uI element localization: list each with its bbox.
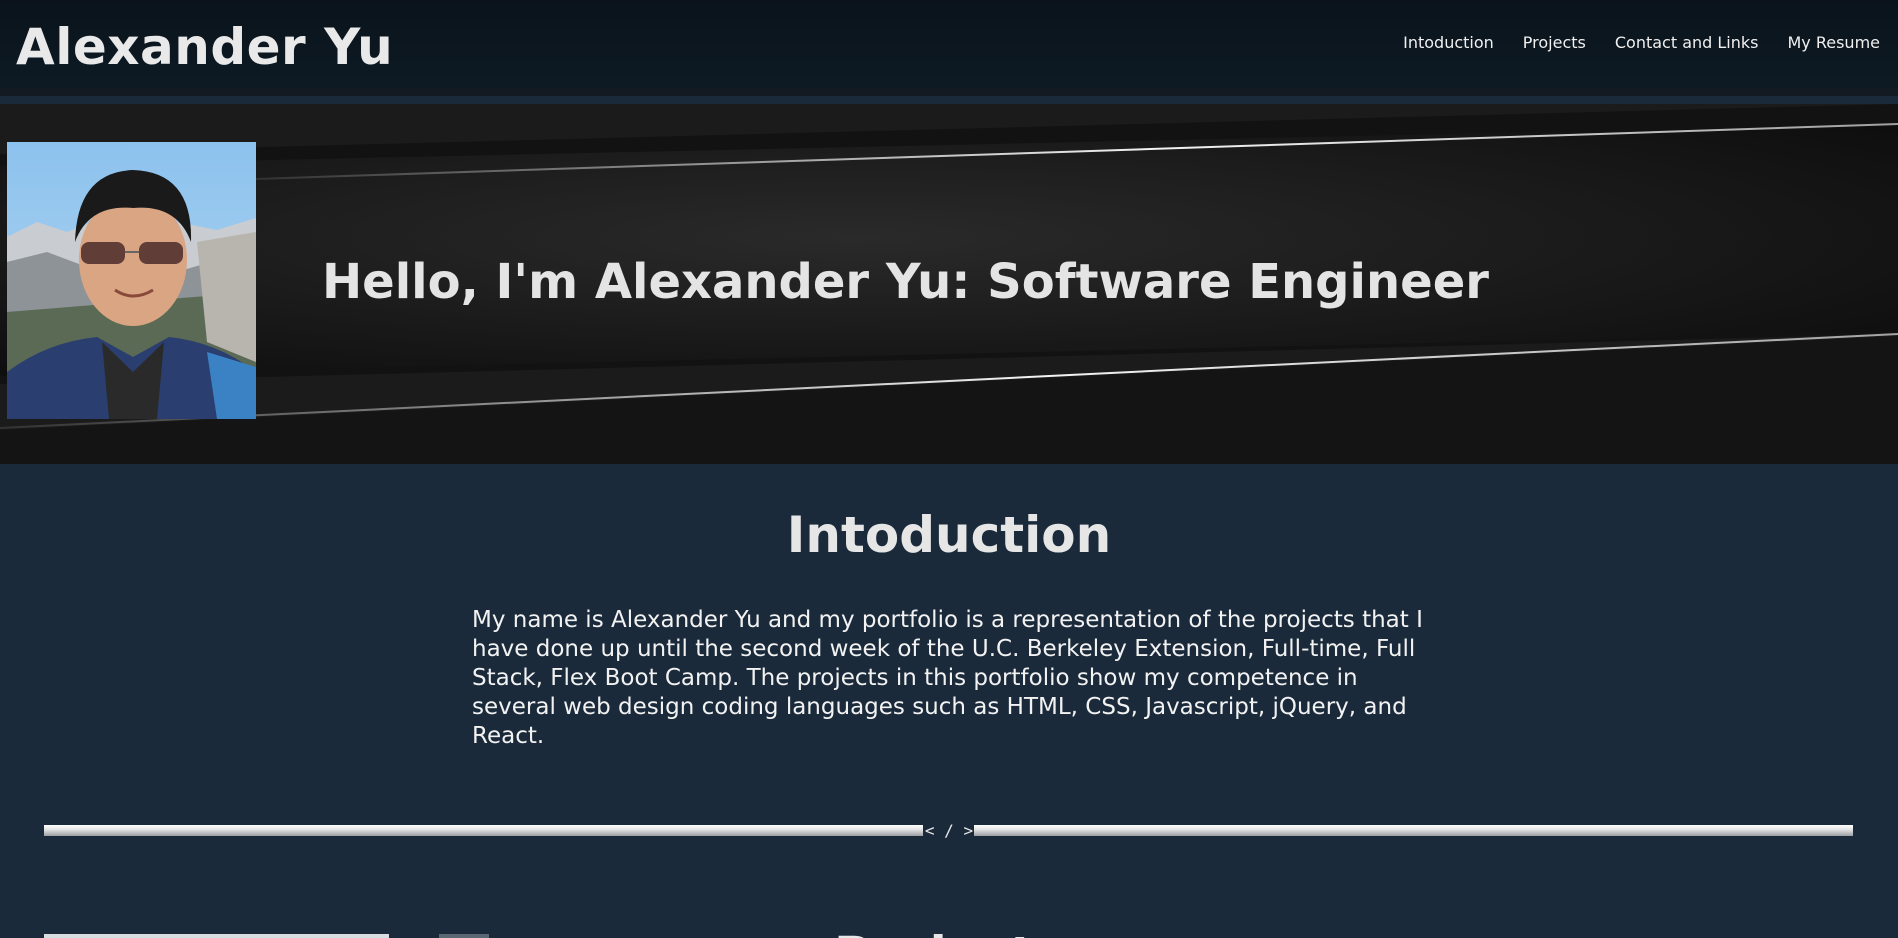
nav-link-projects[interactable]: Projects — [1523, 33, 1586, 52]
intro-text: My name is Alexander Yu and my portfolio… — [472, 607, 1423, 749]
main-nav: Intoduction Projects Contact and Links M… — [1403, 33, 1880, 52]
intro-title: Intoduction — [786, 506, 1112, 564]
site-header: Alexander Yu Intoduction Projects Contac… — [0, 0, 1898, 96]
divider-left — [44, 825, 923, 836]
project-card-image[interactable] — [439, 934, 489, 938]
site-title: Alexander Yu — [16, 18, 394, 76]
project-card[interactable] — [44, 934, 389, 938]
nav-link-resume[interactable]: My Resume — [1787, 33, 1880, 52]
nav-link-introduction[interactable]: Intoduction — [1403, 33, 1494, 52]
divider-right — [974, 825, 1853, 836]
nav-link-contact[interactable]: Contact and Links — [1615, 33, 1759, 52]
code-symbol: < / > — [924, 821, 974, 840]
portrait-image — [7, 142, 256, 419]
hero-heading: Hello, I'm Alexander Yu: Software Engine… — [322, 254, 1489, 310]
profile-photo — [7, 142, 256, 419]
hero-banner: Hello, I'm Alexander Yu: Software Engine… — [0, 104, 1898, 464]
